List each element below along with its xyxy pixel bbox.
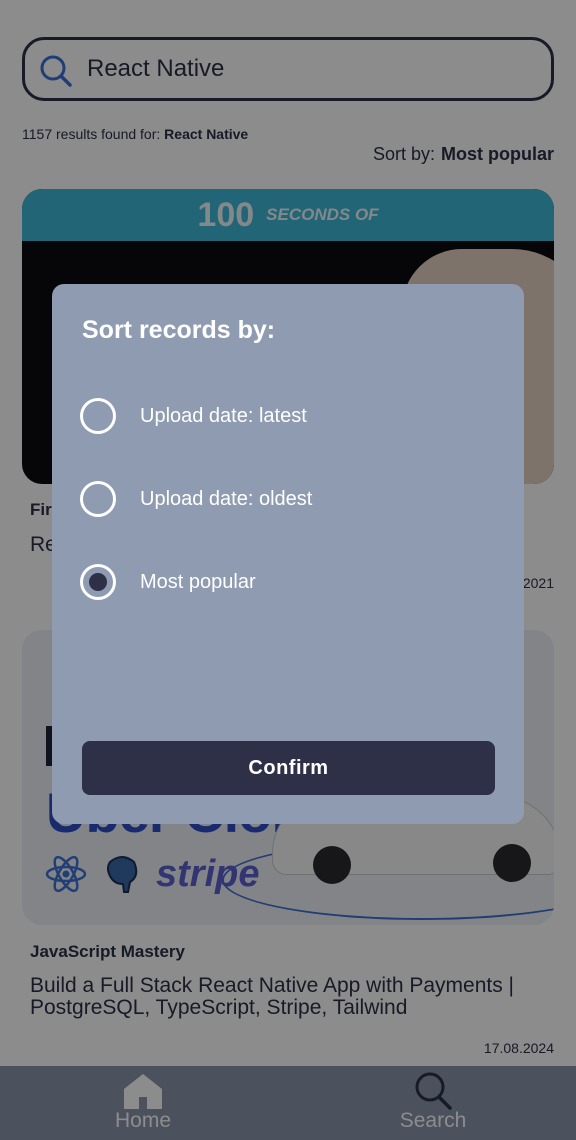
- radio-button[interactable]: [80, 398, 116, 434]
- modal-title: Sort records by:: [82, 316, 276, 344]
- radio-button-selected[interactable]: [80, 564, 116, 600]
- confirm-button[interactable]: Confirm: [82, 741, 495, 795]
- sort-option-most-popular[interactable]: Most popular: [80, 562, 500, 602]
- sort-option-label: Upload date: latest: [140, 404, 307, 427]
- radio-button[interactable]: [80, 481, 116, 517]
- sort-option-latest[interactable]: Upload date: latest: [80, 396, 500, 436]
- sort-modal: Sort records by: Upload date: latest Upl…: [52, 284, 524, 824]
- sort-option-label: Most popular: [140, 570, 256, 593]
- sort-option-oldest[interactable]: Upload date: oldest: [80, 479, 500, 519]
- sort-option-label: Upload date: oldest: [140, 487, 313, 510]
